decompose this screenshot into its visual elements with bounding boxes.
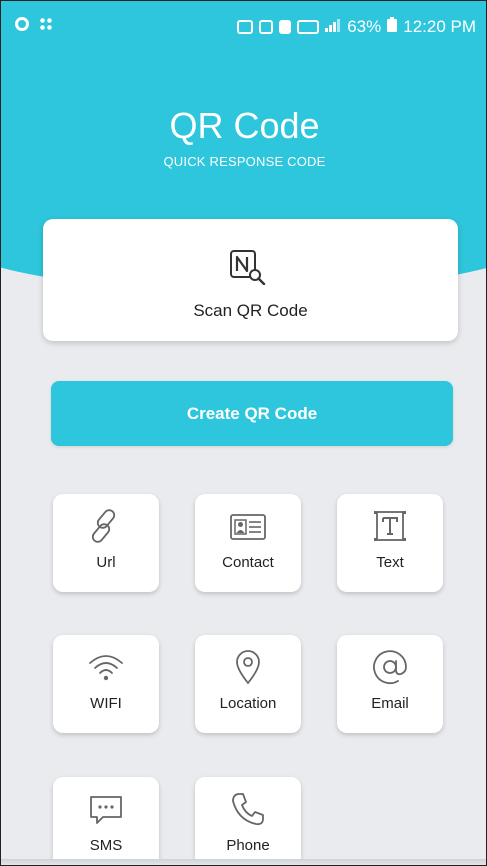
tile-url[interactable]: Url	[53, 494, 159, 592]
sms-icon	[90, 796, 122, 824]
location-pin-icon	[236, 650, 260, 685]
battery-icon	[387, 17, 398, 37]
nfc-icon	[237, 20, 254, 34]
phone-icon	[232, 793, 264, 826]
tile-contact-label: Contact	[222, 554, 274, 571]
tile-wifi[interactable]: WIFI	[53, 635, 159, 733]
tile-text-label: Text	[376, 554, 404, 571]
lte-icon	[297, 20, 320, 34]
app-screen: 63% 12:20 PM QR Code QUICK RESPONSE CODE…	[0, 0, 487, 866]
tile-location-label: Location	[219, 695, 277, 712]
signal-icon	[325, 17, 341, 37]
tile-email-label: Email	[371, 695, 409, 712]
tile-contact[interactable]: Contact	[195, 494, 301, 592]
tile-sms-label: SMS	[89, 837, 123, 854]
at-icon	[373, 650, 407, 684]
page-title: QR Code	[169, 105, 320, 146]
link-icon	[91, 509, 116, 543]
contact-card-icon	[230, 514, 266, 540]
text-icon	[374, 511, 406, 541]
create-qr-button[interactable]: Create QR Code	[51, 381, 453, 446]
tile-location[interactable]: Location	[195, 635, 301, 733]
status-right: 63% 12:20 PM	[237, 17, 476, 37]
page-subtitle: QUICK RESPONSE CODE	[163, 154, 326, 169]
grid-icon	[39, 17, 53, 31]
scan-qr-label: Scan QR Code	[193, 301, 308, 320]
clock: 12:20 PM	[403, 17, 476, 36]
scan-qr-button[interactable]: Scan QR Code	[43, 219, 458, 341]
tile-text[interactable]: Text	[337, 494, 443, 592]
tile-url-label: Url	[96, 554, 116, 571]
tile-wifi-label: WIFI	[90, 695, 122, 712]
bottom-edge	[1, 859, 486, 865]
tile-sms[interactable]: SMS	[53, 777, 159, 865]
status-left	[15, 17, 53, 31]
settings-icon	[15, 17, 29, 31]
status-bar: 63% 12:20 PM	[1, 1, 486, 53]
tile-phone-label: Phone	[226, 837, 270, 854]
sim-icon	[279, 20, 292, 34]
nfc-scan-icon	[230, 250, 266, 285]
battery-percent: 63%	[347, 17, 382, 36]
volte-icon	[259, 20, 274, 34]
tile-email[interactable]: Email	[337, 635, 443, 733]
tile-phone[interactable]: Phone	[195, 777, 301, 865]
wifi-icon	[89, 655, 123, 681]
